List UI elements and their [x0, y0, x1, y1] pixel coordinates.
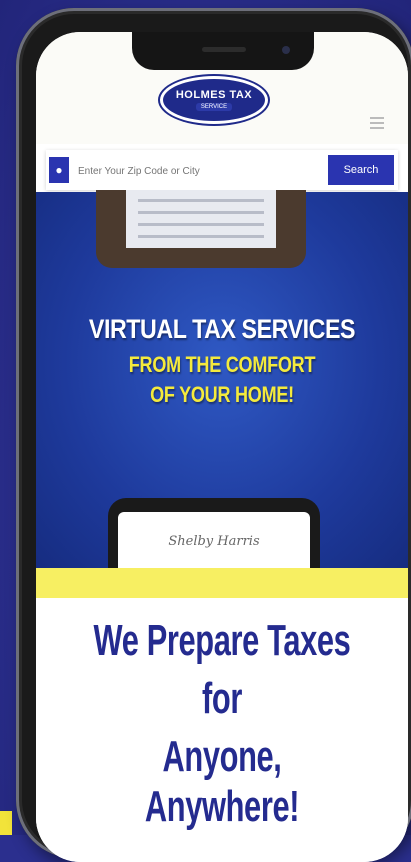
- corner-accent: [0, 811, 12, 835]
- camera-icon: [282, 46, 290, 54]
- logo-subtext: SERVICE: [195, 103, 233, 111]
- laptop-screen: [126, 190, 276, 248]
- hamburger-menu-icon[interactable]: [370, 114, 384, 130]
- headline-line3: Anyone, Anywhere!: [144, 732, 300, 831]
- headline-line1: We Prepare Taxes: [93, 616, 351, 665]
- signature-text: Shelby Harris: [168, 534, 260, 549]
- location-pin-icon: ●: [49, 157, 69, 183]
- zip-search-input[interactable]: [76, 160, 320, 182]
- location-search-bar: ● Search: [46, 150, 398, 190]
- speaker-grille: [202, 47, 246, 52]
- hero-subtitle-line2: OF YOUR HOME!: [150, 382, 294, 407]
- logo-text: HOLMES TAX: [175, 89, 253, 101]
- laptop-image: [96, 190, 306, 268]
- hero-banner: VIRTUAL TAX SERVICES FROM THE COMFORT OF…: [36, 190, 408, 588]
- yellow-divider: [36, 568, 408, 598]
- phone-screen: HOLMES TAX SERVICE ● Search VIRTUAL TAX …: [36, 32, 408, 862]
- headline-section: We Prepare Taxes for Anyone, Anywhere!: [36, 598, 408, 862]
- hero-title: VIRTUAL TAX SERVICES: [88, 314, 356, 344]
- phone-notch: [132, 32, 314, 70]
- headline-line2: for: [201, 674, 243, 723]
- hero-subtitle-line1: FROM THE COMFORT: [128, 352, 316, 377]
- brand-logo[interactable]: HOLMES TAX SERVICE: [160, 76, 268, 124]
- search-button[interactable]: Search: [328, 155, 394, 185]
